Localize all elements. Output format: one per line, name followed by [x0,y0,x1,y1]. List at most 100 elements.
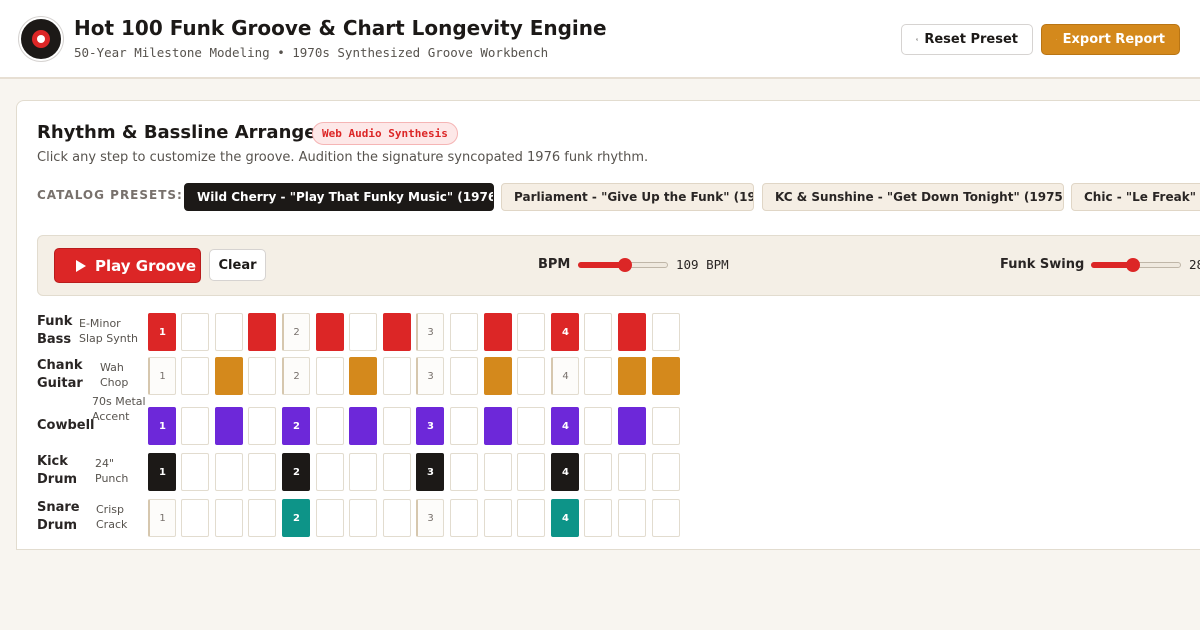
step[interactable] [316,313,344,351]
swing-slider-thumb[interactable] [1126,258,1141,272]
step[interactable] [316,499,344,537]
step[interactable] [652,499,680,537]
step[interactable] [316,357,344,395]
bpm-slider-thumb[interactable] [617,258,632,272]
beat-step[interactable]: 1 [148,407,176,445]
step[interactable] [450,407,478,445]
beat-step[interactable]: 2 [282,357,310,395]
step[interactable] [618,357,646,395]
step[interactable] [450,357,478,395]
step[interactable] [215,407,243,445]
preset-wild-cherry[interactable]: Wild Cherry - "Play That Funky Music" (1… [184,183,494,211]
step[interactable] [517,313,545,351]
step[interactable] [215,453,243,491]
beat-step[interactable]: 4 [551,499,579,537]
beat-step[interactable]: 1 [148,313,176,351]
reset-preset-button[interactable]: Reset Preset [901,24,1033,55]
step[interactable] [383,357,411,395]
step[interactable] [517,453,545,491]
step[interactable] [349,407,377,445]
beat-step[interactable]: 2 [282,313,310,351]
app-subtitle: 50-Year Milestone Modeling • 1970s Synth… [74,45,549,60]
step[interactable] [517,407,545,445]
step[interactable] [584,357,612,395]
step[interactable] [383,313,411,351]
funk-swing-slider[interactable] [1091,258,1181,272]
step[interactable] [181,453,209,491]
beat-step[interactable]: 4 [551,407,579,445]
beat-step[interactable]: 4 [551,357,579,395]
clear-button[interactable]: Clear [209,249,266,281]
step[interactable] [215,313,243,351]
step[interactable] [383,407,411,445]
step[interactable] [652,357,680,395]
beat-step[interactable]: 3 [416,499,444,537]
beat-step[interactable]: 3 [416,357,444,395]
step[interactable] [618,499,646,537]
presets-label: CATALOG PRESETS: [37,188,183,202]
preset-parliament[interactable]: Parliament - "Give Up the Funk" (1976) [501,183,754,211]
step[interactable] [484,357,512,395]
step[interactable] [215,499,243,537]
step[interactable] [484,499,512,537]
step[interactable] [517,357,545,395]
step[interactable] [181,313,209,351]
step[interactable] [215,357,243,395]
export-report-button[interactable]: Export Report [1041,24,1180,55]
step[interactable] [618,453,646,491]
step[interactable] [484,313,512,351]
preset-chic[interactable]: Chic - "Le Freak" (1978 #1) [1071,183,1200,211]
step[interactable] [383,499,411,537]
step[interactable] [652,407,680,445]
bpm-slider[interactable] [578,258,668,272]
step[interactable] [450,313,478,351]
step[interactable] [248,357,276,395]
step[interactable] [349,499,377,537]
step[interactable] [181,357,209,395]
beat-step[interactable]: 1 [148,499,176,537]
step[interactable] [618,313,646,351]
beat-step[interactable]: 4 [551,313,579,351]
track-name: Snare Drum [37,500,80,533]
step[interactable] [248,453,276,491]
step[interactable] [349,453,377,491]
step[interactable] [248,313,276,351]
play-groove-button[interactable]: Play Groove [54,248,201,283]
beat-step[interactable]: 2 [282,453,310,491]
step[interactable] [316,453,344,491]
beat-step[interactable]: 3 [416,313,444,351]
step[interactable] [618,407,646,445]
step[interactable] [584,499,612,537]
reset-icon [916,38,919,41]
step[interactable] [450,453,478,491]
step[interactable] [484,453,512,491]
step[interactable] [349,357,377,395]
step[interactable] [584,453,612,491]
step[interactable] [517,499,545,537]
step[interactable] [181,499,209,537]
step[interactable] [383,453,411,491]
step[interactable] [316,407,344,445]
record-hole [37,35,45,43]
step[interactable] [652,453,680,491]
track-row: Snare Drum Crisp Crack 1 2 3 4 [17,499,717,545]
step[interactable] [584,313,612,351]
beat-step[interactable]: 2 [282,499,310,537]
step[interactable] [584,407,612,445]
beat-step[interactable]: 1 [148,357,176,395]
step[interactable] [248,499,276,537]
preset-kc-sunshine[interactable]: KC & Sunshine - "Get Down Tonight" (1975… [762,183,1064,211]
beat-step[interactable]: 3 [416,453,444,491]
step[interactable] [652,313,680,351]
beat-step[interactable]: 4 [551,453,579,491]
bpm-value: 109 BPM [676,257,729,272]
track-description: Wah Chop [100,361,129,389]
step[interactable] [248,407,276,445]
step[interactable] [450,499,478,537]
step[interactable] [484,407,512,445]
beat-step[interactable]: 3 [416,407,444,445]
step[interactable] [349,313,377,351]
beat-step[interactable]: 1 [148,453,176,491]
step[interactable] [181,407,209,445]
beat-step[interactable]: 2 [282,407,310,445]
